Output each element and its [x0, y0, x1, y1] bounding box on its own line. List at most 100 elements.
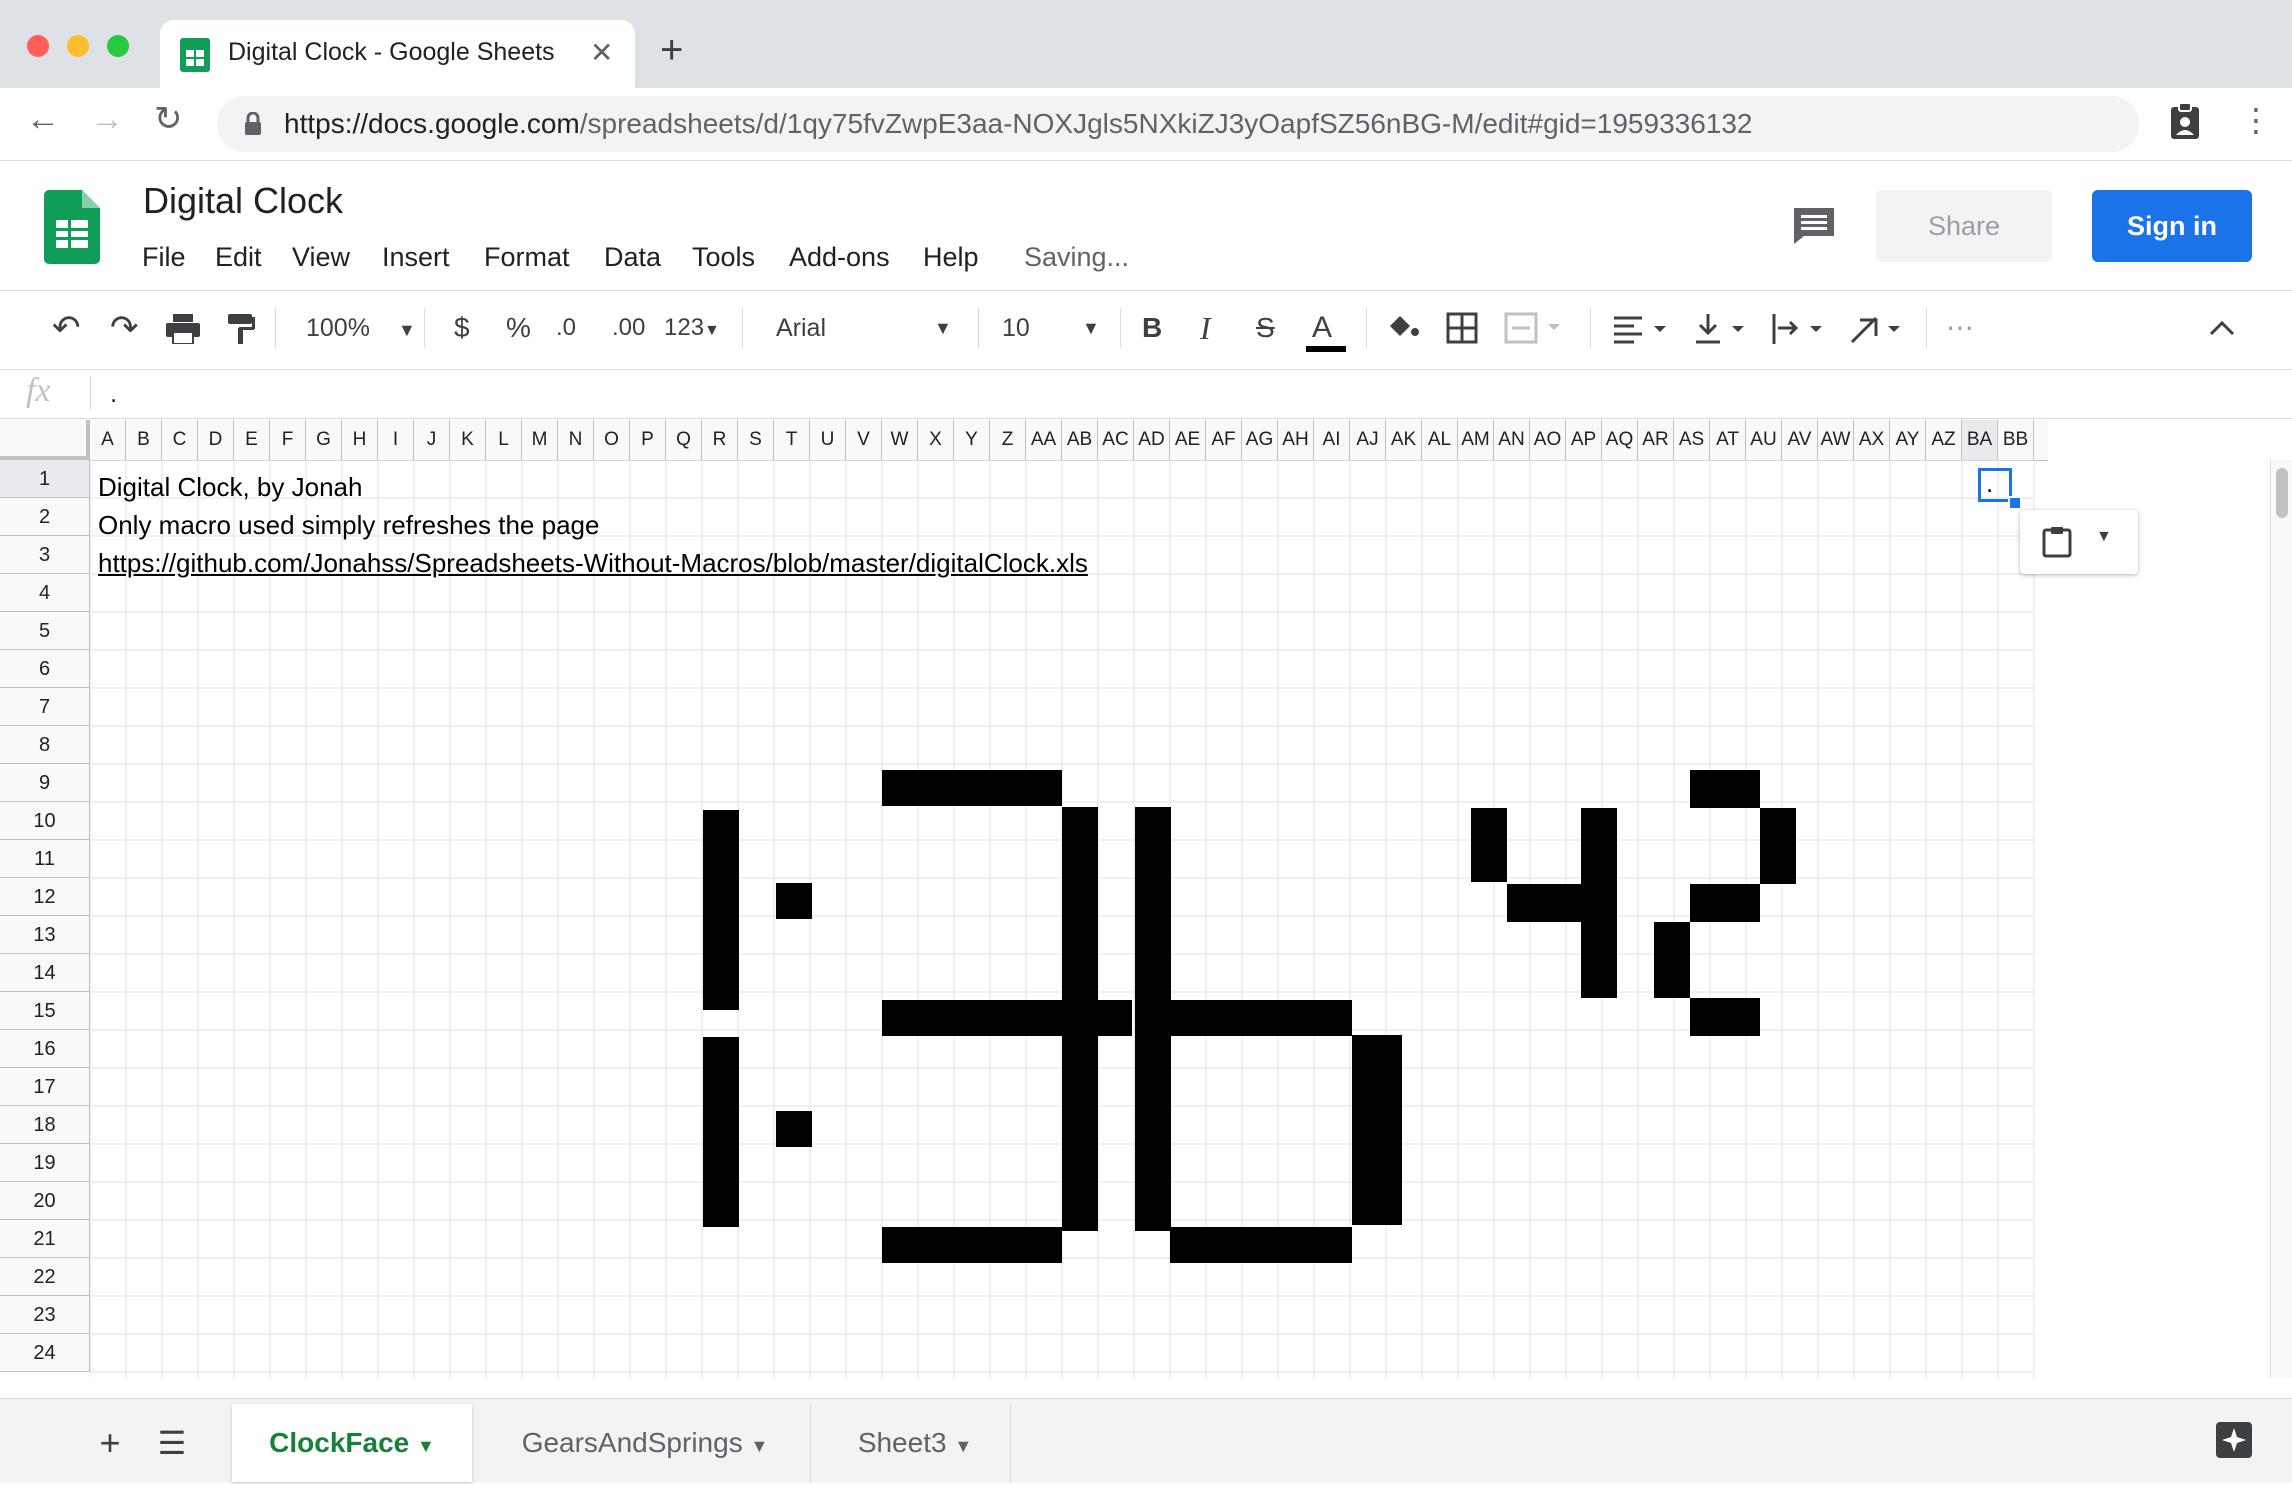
row-header-9[interactable]: 9: [0, 764, 90, 802]
row-header-20[interactable]: 20: [0, 1182, 90, 1220]
more-formats-button[interactable]: 123▼: [664, 306, 720, 353]
column-header-x[interactable]: X: [918, 420, 954, 460]
close-tab-icon[interactable]: ✕: [590, 36, 613, 69]
column-header-c[interactable]: C: [162, 420, 198, 460]
vertical-align-icon[interactable]: [1694, 312, 1754, 346]
paste-options-popup[interactable]: ▼: [2020, 510, 2138, 574]
merge-cells-icon[interactable]: [1504, 312, 1564, 344]
explore-icon[interactable]: [2214, 1420, 2254, 1460]
column-header-au[interactable]: AU: [1746, 420, 1782, 460]
column-header-y[interactable]: Y: [954, 420, 990, 460]
column-header-v[interactable]: V: [846, 420, 882, 460]
column-header-az[interactable]: AZ: [1926, 420, 1962, 460]
column-header-ar[interactable]: AR: [1638, 420, 1674, 460]
menu-format[interactable]: Format: [484, 242, 570, 273]
menu-addons[interactable]: Add-ons: [789, 242, 890, 273]
column-header-am[interactable]: AM: [1458, 420, 1494, 460]
borders-icon[interactable]: [1446, 312, 1478, 344]
column-header-t[interactable]: T: [774, 420, 810, 460]
text-color-button[interactable]: A: [1312, 306, 1332, 350]
redo-icon[interactable]: ↷: [110, 306, 139, 350]
column-header-d[interactable]: D: [198, 420, 234, 460]
column-header-av[interactable]: AV: [1782, 420, 1818, 460]
column-header-r[interactable]: R: [702, 420, 738, 460]
cell-a1[interactable]: Digital Clock, by Jonah: [98, 472, 362, 503]
column-header-w[interactable]: W: [882, 420, 918, 460]
column-header-u[interactable]: U: [810, 420, 846, 460]
decrease-decimal-button[interactable]: .0: [556, 306, 576, 350]
forward-arrow-icon[interactable]: →: [90, 102, 124, 136]
fill-color-icon[interactable]: [1386, 312, 1420, 342]
column-header-b[interactable]: B: [126, 420, 162, 460]
scrollbar-thumb[interactable]: [2276, 468, 2288, 518]
column-header-ay[interactable]: AY: [1890, 420, 1926, 460]
row-header-3[interactable]: 3: [0, 536, 90, 574]
column-header-ba[interactable]: BA: [1962, 420, 1998, 460]
column-header-h[interactable]: H: [342, 420, 378, 460]
strikethrough-button[interactable]: S: [1256, 306, 1275, 350]
sheet-tab-gearsandsprings[interactable]: GearsAndSprings ▼: [480, 1404, 811, 1482]
column-header-at[interactable]: AT: [1710, 420, 1746, 460]
row-header-10[interactable]: 10: [0, 802, 90, 840]
row-header-11[interactable]: 11: [0, 840, 90, 878]
close-window-button[interactable]: [27, 35, 49, 57]
font-size-select[interactable]: 10 ▼: [1002, 306, 1102, 350]
column-header-i[interactable]: I: [378, 420, 414, 460]
share-button[interactable]: Share: [1876, 190, 2052, 262]
reload-icon[interactable]: ↻: [154, 102, 183, 136]
horizontal-align-icon[interactable]: [1612, 314, 1672, 344]
row-header-7[interactable]: 7: [0, 688, 90, 726]
column-header-ac[interactable]: AC: [1098, 420, 1134, 460]
column-header-s[interactable]: S: [738, 420, 774, 460]
column-header-ao[interactable]: AO: [1530, 420, 1566, 460]
browser-menu-icon[interactable]: ⋮: [2240, 104, 2272, 136]
row-header-4[interactable]: 4: [0, 574, 90, 612]
url-text[interactable]: https://docs.google.com/spreadsheets/d/1…: [284, 108, 1753, 140]
fill-handle[interactable]: [2008, 496, 2022, 510]
formula-input[interactable]: .: [110, 378, 117, 409]
column-header-aj[interactable]: AJ: [1350, 420, 1386, 460]
new-tab-button[interactable]: +: [660, 30, 683, 70]
row-header-24[interactable]: 24: [0, 1334, 90, 1372]
column-header-ae[interactable]: AE: [1170, 420, 1206, 460]
column-header-n[interactable]: N: [558, 420, 594, 460]
menu-insert[interactable]: Insert: [382, 242, 450, 273]
row-header-23[interactable]: 23: [0, 1296, 90, 1334]
row-header-8[interactable]: 8: [0, 726, 90, 764]
collapse-toolbar-icon[interactable]: [2208, 318, 2236, 338]
cell-a2[interactable]: Only macro used simply refreshes the pag…: [98, 510, 599, 541]
row-header-15[interactable]: 15: [0, 992, 90, 1030]
menu-data[interactable]: Data: [604, 242, 661, 273]
row-header-1[interactable]: 1: [0, 460, 90, 498]
column-header-z[interactable]: Z: [990, 420, 1026, 460]
bold-button[interactable]: B: [1142, 306, 1162, 350]
column-header-ak[interactable]: AK: [1386, 420, 1422, 460]
row-header-12[interactable]: 12: [0, 878, 90, 916]
column-header-ax[interactable]: AX: [1854, 420, 1890, 460]
sheet-tab-clockface[interactable]: ClockFace ▼: [232, 1404, 472, 1482]
column-header-ad[interactable]: AD: [1134, 420, 1170, 460]
document-title[interactable]: Digital Clock: [143, 180, 343, 222]
sheets-logo-icon[interactable]: [44, 190, 100, 264]
row-header-13[interactable]: 13: [0, 916, 90, 954]
row-header-14[interactable]: 14: [0, 954, 90, 992]
percent-format-button[interactable]: %: [506, 306, 531, 350]
minimize-window-button[interactable]: [67, 35, 89, 57]
row-header-6[interactable]: 6: [0, 650, 90, 688]
menu-help[interactable]: Help: [923, 242, 979, 273]
italic-button[interactable]: I: [1200, 306, 1211, 350]
row-header-2[interactable]: 2: [0, 498, 90, 536]
column-header-o[interactable]: O: [594, 420, 630, 460]
maximize-window-button[interactable]: [107, 35, 129, 57]
column-header-ag[interactable]: AG: [1242, 420, 1278, 460]
column-header-aq[interactable]: AQ: [1602, 420, 1638, 460]
column-header-as[interactable]: AS: [1674, 420, 1710, 460]
column-header-j[interactable]: J: [414, 420, 450, 460]
back-arrow-icon[interactable]: ←: [26, 102, 60, 136]
column-header-ap[interactable]: AP: [1566, 420, 1602, 460]
column-header-aa[interactable]: AA: [1026, 420, 1062, 460]
text-rotation-icon[interactable]: [1848, 312, 1908, 346]
menu-edit[interactable]: Edit: [215, 242, 262, 273]
column-header-m[interactable]: M: [522, 420, 558, 460]
row-header-17[interactable]: 17: [0, 1068, 90, 1106]
